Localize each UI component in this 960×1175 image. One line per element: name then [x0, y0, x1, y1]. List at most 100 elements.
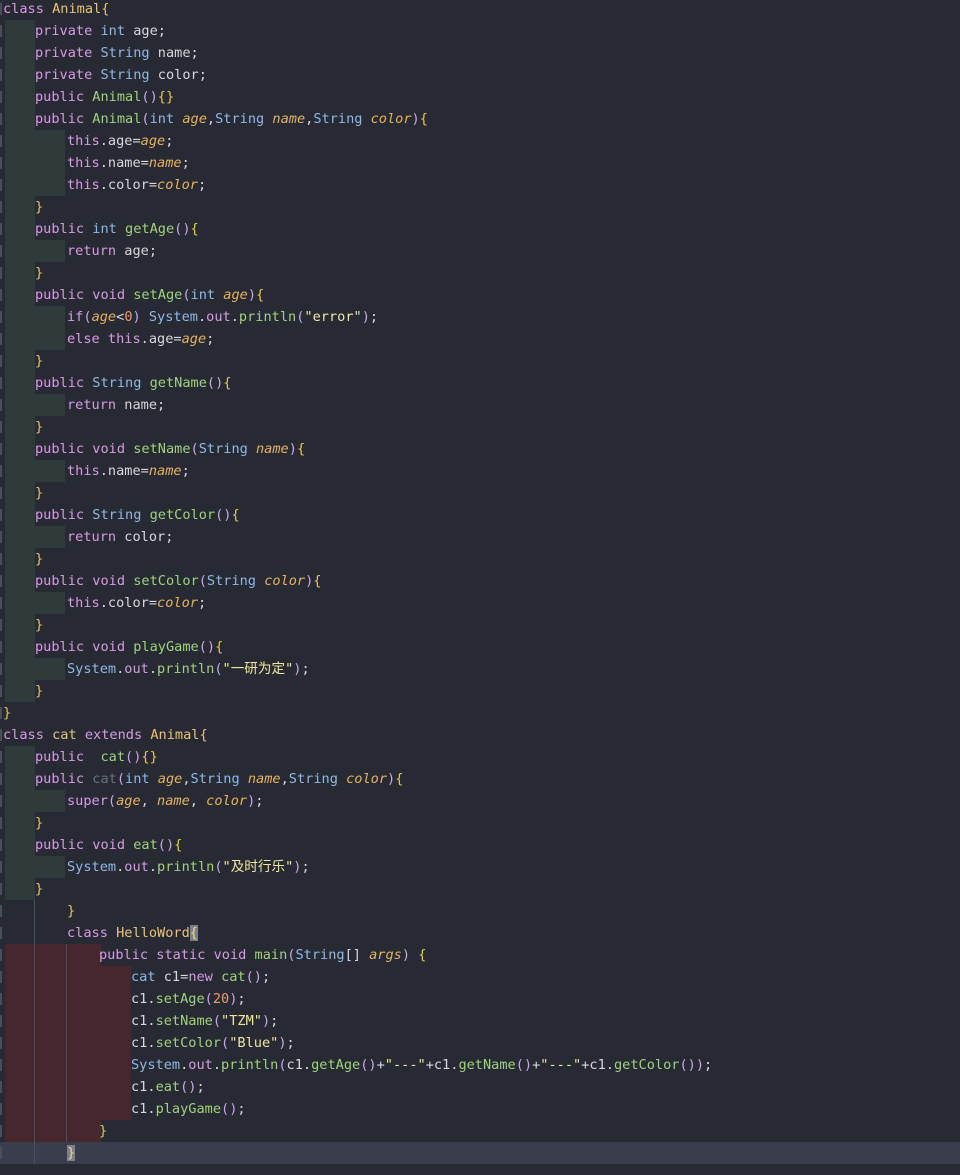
code-line[interactable]: class HelloWord{	[0, 922, 960, 944]
fold-marker-icon[interactable]	[0, 993, 2, 1005]
fold-marker-icon[interactable]	[0, 47, 2, 59]
fold-marker-icon[interactable]	[0, 201, 2, 213]
code-line[interactable]: public String getName(){	[0, 372, 960, 394]
fold-marker-icon[interactable]	[0, 25, 2, 37]
fold-marker-icon[interactable]	[0, 927, 2, 939]
code-line[interactable]: public Animal(){}	[0, 86, 960, 108]
code-line[interactable]: public static void main(String[] args) {	[0, 944, 960, 966]
code-line[interactable]: this.color=color;	[0, 592, 960, 614]
code-editor[interactable]: class Animal{private int age; private Str…	[0, 0, 960, 1175]
code-line[interactable]: if(age<0) System.out.println("error");	[0, 306, 960, 328]
fold-marker-icon[interactable]	[0, 465, 2, 477]
fold-marker-icon[interactable]	[0, 553, 2, 565]
fold-marker-icon[interactable]	[0, 377, 2, 389]
fold-marker-icon[interactable]	[0, 1037, 2, 1049]
code-line[interactable]: return color;	[0, 526, 960, 548]
fold-marker-icon[interactable]	[0, 311, 2, 323]
fold-marker-icon[interactable]	[0, 905, 2, 917]
fold-marker-icon[interactable]	[0, 861, 2, 873]
fold-marker-icon[interactable]	[0, 223, 2, 235]
fold-marker-icon[interactable]	[0, 817, 2, 829]
fold-marker-icon[interactable]	[0, 267, 2, 279]
code-line[interactable]: public int getAge(){	[0, 218, 960, 240]
fold-marker-icon[interactable]	[0, 487, 2, 499]
fold-marker-icon[interactable]	[0, 663, 2, 675]
code-line[interactable]: public void setAge(int age){	[0, 284, 960, 306]
code-line[interactable]: return name;	[0, 394, 960, 416]
fold-marker-icon[interactable]	[0, 795, 2, 807]
fold-marker-icon[interactable]	[0, 575, 2, 587]
code-line[interactable]: this.age=age;	[0, 130, 960, 152]
code-line[interactable]: private String name;	[0, 42, 960, 64]
code-line[interactable]: c1.eat();	[0, 1076, 960, 1098]
fold-marker-icon[interactable]	[0, 69, 2, 81]
code-line[interactable]: }	[0, 680, 960, 702]
code-line[interactable]: c1.playGame();	[0, 1098, 960, 1120]
code-line[interactable]: }	[0, 482, 960, 504]
fold-marker-icon[interactable]	[0, 949, 2, 961]
code-line[interactable]: public void eat(){	[0, 834, 960, 856]
fold-marker-icon[interactable]	[0, 1081, 2, 1093]
code-line[interactable]: }	[0, 900, 960, 922]
fold-marker-icon[interactable]	[0, 421, 2, 433]
code-line[interactable]: }	[0, 1142, 960, 1164]
fold-marker-icon[interactable]	[0, 91, 2, 103]
code-line[interactable]: c1.setColor("Blue");	[0, 1032, 960, 1054]
fold-marker-icon[interactable]	[0, 3, 2, 15]
code-line[interactable]: private String color;	[0, 64, 960, 86]
code-line[interactable]: cat c1=new cat();	[0, 966, 960, 988]
fold-marker-icon[interactable]	[0, 1015, 2, 1027]
code-line[interactable]: public String getColor(){	[0, 504, 960, 526]
code-line[interactable]: class cat extends Animal{	[0, 724, 960, 746]
code-line[interactable]: }	[0, 1120, 960, 1142]
code-line[interactable]: this.name=name;	[0, 152, 960, 174]
code-line[interactable]: private int age;	[0, 20, 960, 42]
fold-marker-icon[interactable]	[0, 751, 2, 763]
code-line[interactable]: System.out.println("一研为定");	[0, 658, 960, 680]
code-line[interactable]: class Animal{	[0, 0, 960, 20]
fold-marker-icon[interactable]	[0, 685, 2, 697]
fold-marker-icon[interactable]	[0, 289, 2, 301]
fold-marker-icon[interactable]	[0, 113, 2, 125]
fold-marker-icon[interactable]	[0, 1125, 2, 1137]
code-line[interactable]: c1.setName("TZM");	[0, 1010, 960, 1032]
fold-marker-icon[interactable]	[0, 883, 2, 895]
code-line[interactable]: super(age, name, color);	[0, 790, 960, 812]
code-line[interactable]: }	[0, 614, 960, 636]
code-line[interactable]: }	[0, 416, 960, 438]
fold-marker-icon[interactable]	[0, 179, 2, 191]
code-line[interactable]: }	[0, 812, 960, 834]
code-line[interactable]: public cat(){}	[0, 746, 960, 768]
code-line[interactable]: this.color=color;	[0, 174, 960, 196]
code-line[interactable]: c1.setAge(20);	[0, 988, 960, 1010]
code-line[interactable]: System.out.println(c1.getAge()+"---"+c1.…	[0, 1054, 960, 1076]
fold-marker-icon[interactable]	[0, 1103, 2, 1115]
code-line[interactable]: public Animal(int age,String name,String…	[0, 108, 960, 130]
code-line[interactable]: public void setColor(String color){	[0, 570, 960, 592]
code-line[interactable]: }	[0, 548, 960, 570]
code-line[interactable]: }	[0, 878, 960, 900]
code-line[interactable]: System.out.println("及时行乐");	[0, 856, 960, 878]
fold-marker-icon[interactable]	[0, 355, 2, 367]
fold-marker-icon[interactable]	[0, 619, 2, 631]
fold-marker-icon[interactable]	[0, 157, 2, 169]
fold-marker-icon[interactable]	[0, 971, 2, 983]
code-line[interactable]: public void playGame(){	[0, 636, 960, 658]
fold-marker-icon[interactable]	[0, 1059, 2, 1071]
code-line[interactable]: }	[0, 702, 960, 724]
fold-marker-icon[interactable]	[0, 597, 2, 609]
fold-marker-icon[interactable]	[0, 333, 2, 345]
fold-marker-icon[interactable]	[0, 245, 2, 257]
code-line[interactable]: }	[0, 262, 960, 284]
fold-marker-icon[interactable]	[0, 707, 2, 719]
fold-marker-icon[interactable]	[0, 641, 2, 653]
code-line[interactable]: public void setName(String name){	[0, 438, 960, 460]
fold-marker-icon[interactable]	[0, 839, 2, 851]
fold-marker-icon[interactable]	[0, 1147, 2, 1159]
fold-marker-icon[interactable]	[0, 509, 2, 521]
fold-marker-icon[interactable]	[0, 443, 2, 455]
fold-marker-icon[interactable]	[0, 729, 2, 741]
code-line[interactable]: }	[0, 196, 960, 218]
fold-marker-icon[interactable]	[0, 773, 2, 785]
code-line[interactable]: return age;	[0, 240, 960, 262]
